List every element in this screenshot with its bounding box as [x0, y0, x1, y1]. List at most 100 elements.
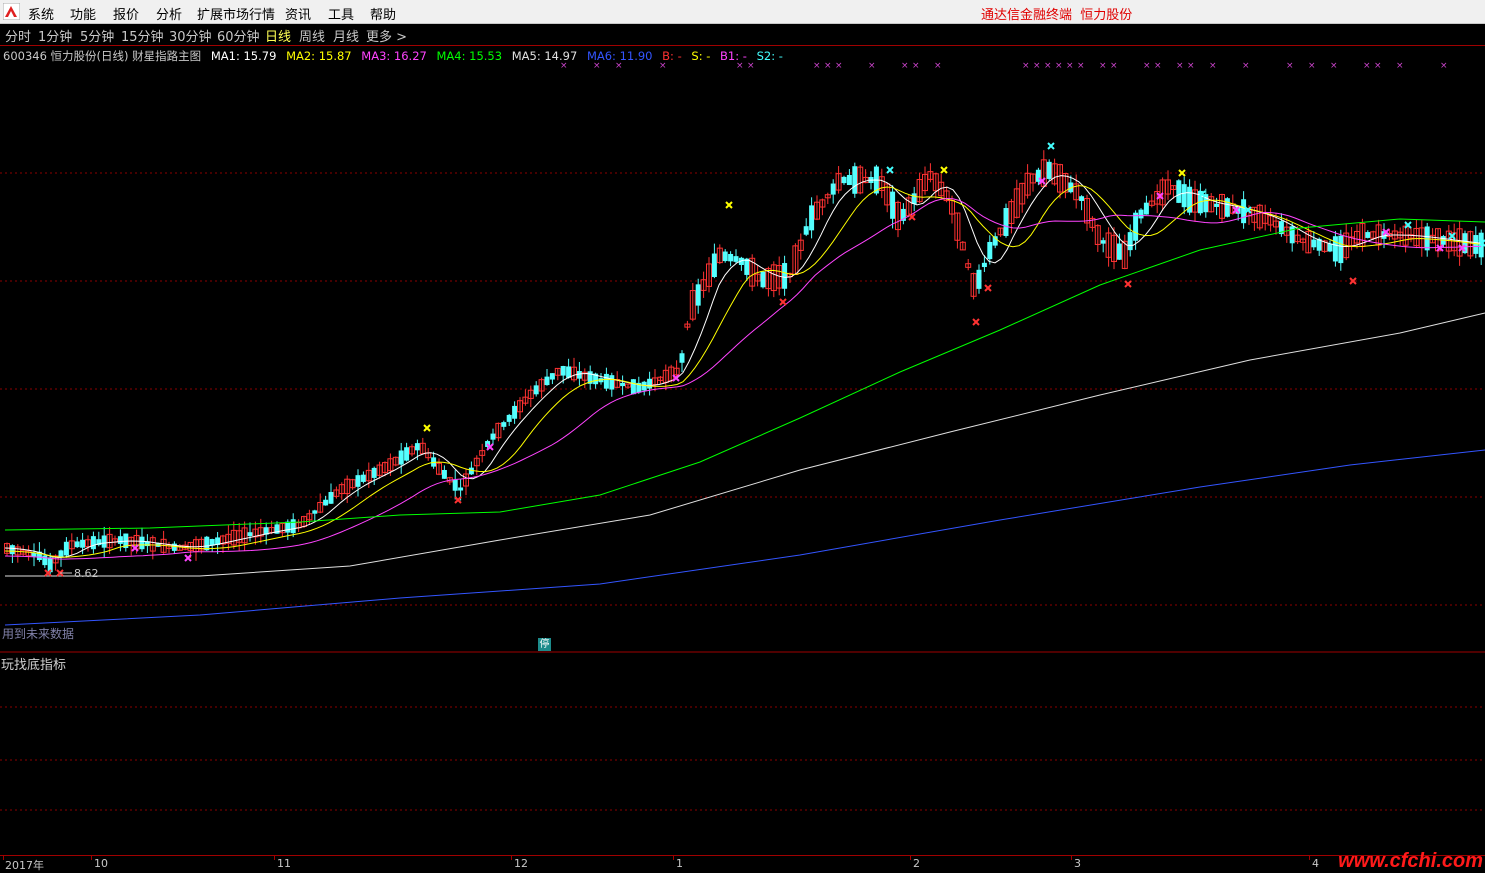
candle-down	[695, 284, 701, 306]
top-signal-dot: ×	[1286, 61, 1294, 71]
candle-down	[1143, 202, 1149, 215]
candle-down	[1214, 203, 1220, 207]
candle-down	[1338, 235, 1344, 264]
ma1-line	[4, 175, 1482, 559]
candle-down	[512, 405, 518, 419]
low-price-label: 8.62	[74, 567, 99, 580]
legend-s: S: -	[691, 49, 711, 63]
ma3-line	[4, 197, 1482, 560]
time-tick-3: 3	[1074, 857, 1081, 870]
legend-stock: 600346 恒力股份(日线) 财星指路主图	[3, 49, 202, 63]
ma2-line	[4, 185, 1482, 558]
legend-ma6: MA6: 11.90	[586, 49, 653, 63]
candle-down	[80, 539, 86, 548]
candle-down	[414, 443, 420, 451]
top-signal-dot: ×	[1066, 61, 1074, 71]
candle-down	[609, 375, 615, 390]
candle-down	[722, 251, 728, 262]
candle-down	[501, 422, 507, 427]
signal-marker	[184, 554, 192, 562]
candle-down	[620, 382, 626, 387]
top-signal-dot: ×	[1055, 61, 1063, 71]
top-signal-dot: ×	[912, 61, 920, 71]
candle-down	[1224, 198, 1230, 217]
signal-marker	[1124, 280, 1132, 288]
candle-down	[809, 205, 815, 231]
top-signal-dot: ×	[813, 61, 821, 71]
signal-marker	[1047, 142, 1055, 150]
signal-marker	[984, 284, 992, 292]
time-tick-2: 2	[913, 857, 920, 870]
time-axis: 2017年 10 11 12 1 2 3 4	[0, 855, 1485, 872]
signal-marker	[423, 424, 431, 432]
signal-marker	[908, 213, 916, 221]
subchart-title: 玩找底指标	[1, 658, 67, 673]
candle-down	[533, 385, 539, 395]
top-signal-dot: ×	[1176, 61, 1184, 71]
legend-b: B: -	[662, 49, 682, 63]
candle-down	[139, 536, 145, 550]
candle-down	[976, 269, 982, 289]
time-tick-10: 10	[94, 857, 108, 870]
candle-down	[1365, 232, 1371, 238]
candle-down	[549, 373, 555, 380]
candle-down	[328, 492, 334, 504]
candle-down	[803, 226, 809, 235]
kline-chart[interactable]: × × × × × × × × × × × × × × × × × × × × × × × × × × × × × × × × × ×8.62	[0, 0, 1485, 871]
candle-down	[506, 414, 512, 422]
candle-down	[1176, 180, 1182, 203]
candle-down	[1241, 199, 1247, 224]
signal-marker	[940, 166, 948, 174]
top-signal-dot: ×	[1143, 61, 1151, 71]
top-signal-dot: ×	[1330, 61, 1338, 71]
candle-down	[1079, 196, 1085, 201]
candle-down	[760, 271, 766, 288]
top-signal-dot: ×	[1022, 61, 1030, 71]
signal-marker	[725, 201, 733, 209]
ma6-line	[4, 449, 1485, 626]
candle-down	[1181, 184, 1187, 208]
candle-down	[630, 379, 636, 395]
candle-down	[9, 545, 15, 555]
candle-down	[911, 193, 917, 205]
candle-down	[398, 450, 404, 465]
top-signal-dot: ×	[1044, 61, 1052, 71]
time-tick-4: 4	[1312, 857, 1319, 870]
top-signal-dot: ×	[1110, 61, 1118, 71]
top-signal-dot: ×	[835, 61, 843, 71]
candle-down	[74, 541, 80, 548]
candle-down	[63, 541, 69, 556]
watermark: www.cfchi.com	[1338, 850, 1483, 872]
candle-down	[782, 263, 788, 289]
candle-down	[1046, 161, 1052, 179]
stop-badge[interactable]: 停	[538, 638, 551, 651]
legend-b1: B1: -	[720, 49, 747, 63]
candle-down	[841, 176, 847, 184]
candle-down	[852, 166, 858, 194]
candle-down	[1332, 236, 1338, 262]
candle-down	[312, 510, 318, 514]
candle-down	[355, 475, 361, 487]
top-signal-dot: ×	[868, 61, 876, 71]
candle-down	[1003, 208, 1009, 236]
top-signal-dot: ×	[1033, 61, 1041, 71]
legend-ma3: MA3: 16.27	[361, 49, 427, 63]
candle-down	[1327, 243, 1333, 252]
candle-down	[90, 536, 96, 550]
top-signal-dot: ×	[824, 61, 832, 71]
top-signal-dot: ×	[1440, 61, 1448, 71]
candle-down	[360, 474, 366, 482]
top-signal-dot: ×	[901, 61, 909, 71]
legend-s2: S2: -	[756, 49, 783, 63]
time-tick-11: 11	[277, 857, 291, 870]
candle-down	[987, 241, 993, 260]
candle-down	[744, 258, 750, 275]
time-tick-12: 12	[514, 857, 528, 870]
legend-ma2: MA2: 15.87	[286, 49, 352, 63]
top-signal-dot: ×	[1209, 61, 1217, 71]
legend-ma5: MA5: 14.97	[511, 49, 578, 63]
candle-down	[247, 532, 253, 537]
candle-down	[711, 253, 717, 278]
legend-ma4: MA4: 15.53	[436, 49, 503, 63]
candle-down	[1100, 240, 1106, 244]
